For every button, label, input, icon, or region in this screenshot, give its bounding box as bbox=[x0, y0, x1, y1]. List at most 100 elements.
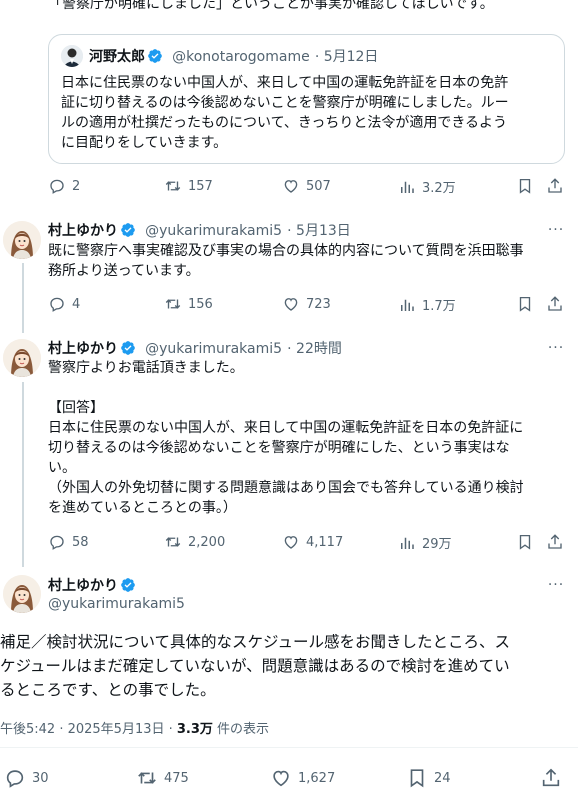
reply-icon bbox=[48, 533, 72, 551]
more-icon[interactable]: ··· bbox=[546, 575, 566, 595]
retweet-count: 157 bbox=[188, 178, 213, 194]
reply-count: 58 bbox=[72, 534, 89, 550]
thread-line bbox=[22, 382, 24, 567]
timestamp[interactable]: 午後5:42 · 2025年5月13日 · bbox=[0, 722, 177, 737]
share-button[interactable] bbox=[546, 533, 564, 551]
views-count: 3.3万 bbox=[176, 722, 213, 737]
share-icon bbox=[546, 177, 564, 195]
views-button[interactable]: 29万 bbox=[398, 533, 452, 552]
main-tweet-text: 補足／検討状況について具体的なスケジュール感をお聞きしたところ、ス ケジュールは… bbox=[0, 633, 510, 699]
retweet-count: 2,200 bbox=[188, 534, 226, 550]
tweet-text: 警察庁よりお電話頂きました。 【回答】 日本に住民票のない中国人が、来日して中国… bbox=[48, 360, 524, 516]
heart-icon bbox=[282, 295, 306, 313]
share-button[interactable] bbox=[546, 295, 564, 313]
bookmark-icon bbox=[406, 767, 434, 789]
like-count: 4,117 bbox=[306, 534, 344, 550]
reply-button[interactable]: 4 bbox=[48, 295, 80, 313]
tweet-meta: 午後5:42 · 2025年5月13日 · 3.3万 件の表示 bbox=[0, 718, 269, 737]
views-button[interactable]: 3.2万 bbox=[398, 177, 456, 196]
quote-author-handle[interactable]: @konotarogomame bbox=[172, 49, 310, 65]
verified-badge-icon bbox=[147, 48, 163, 64]
bookmark-icon bbox=[516, 295, 534, 313]
retweet-button[interactable]: 475 bbox=[136, 767, 189, 789]
bookmark-button[interactable] bbox=[516, 533, 534, 551]
bookmark-icon bbox=[516, 177, 534, 195]
bookmark-count: 24 bbox=[434, 770, 451, 786]
reply-count: 2 bbox=[72, 178, 81, 194]
reply-icon bbox=[48, 295, 72, 313]
tweet-text: 「警察庁が明確にしました」ということが事実か確認してほしいです。 bbox=[48, 0, 494, 12]
verified-badge-icon bbox=[120, 340, 136, 356]
tweet-text: 既に警察庁へ事実確認及び事実の場合の具体的内容について質問を浜田聡事 務所より送… bbox=[48, 243, 524, 279]
heart-icon bbox=[282, 533, 306, 551]
like-button[interactable]: 723 bbox=[282, 295, 331, 313]
views-count: 1.7万 bbox=[422, 299, 456, 314]
thread-line bbox=[22, 263, 24, 333]
quote-header: 河野太郎 @konotarogomame · 5月12日 bbox=[89, 46, 378, 66]
bookmark-button[interactable] bbox=[516, 177, 534, 195]
avatar[interactable] bbox=[3, 575, 41, 613]
views-icon bbox=[398, 534, 422, 552]
quote-text: 日本に住民票のない中国人が、来日して中国の運転免許証を日本の免許 証に切り替える… bbox=[61, 75, 509, 151]
retweet-button[interactable]: 2,200 bbox=[164, 533, 225, 551]
author-name[interactable]: 村上ゆかり bbox=[48, 341, 118, 357]
author-name[interactable]: 村上ゆかり bbox=[48, 223, 118, 239]
reply-icon bbox=[4, 767, 32, 789]
tweet-date[interactable]: · 22時間 bbox=[287, 341, 342, 357]
tweet-header: 村上ゆかり @yukarimurakami5 · 22時間 bbox=[48, 338, 342, 358]
verified-badge-icon bbox=[120, 577, 136, 593]
share-icon bbox=[546, 295, 564, 313]
views-button[interactable]: 1.7万 bbox=[398, 295, 456, 314]
retweet-icon bbox=[164, 533, 188, 551]
share-button[interactable] bbox=[546, 177, 564, 195]
share-icon bbox=[540, 767, 562, 789]
views-suffix: 件の表示 bbox=[212, 722, 270, 737]
verified-badge-icon bbox=[120, 222, 136, 238]
more-icon[interactable]: ··· bbox=[546, 220, 566, 240]
quoted-tweet[interactable]: 河野太郎 @konotarogomame · 5月12日 日本に住民票のない中国… bbox=[48, 34, 565, 164]
main-tweet-header: 村上ゆかり bbox=[48, 575, 136, 595]
author-handle[interactable]: @yukarimurakami5 bbox=[48, 596, 185, 612]
divider bbox=[0, 747, 578, 748]
more-icon[interactable]: ··· bbox=[546, 338, 566, 358]
retweet-icon bbox=[164, 295, 188, 313]
author-handle[interactable]: @yukarimurakami5 bbox=[145, 341, 282, 357]
heart-icon bbox=[270, 767, 298, 789]
quote-avatar bbox=[61, 45, 83, 67]
reply-button[interactable]: 2 bbox=[48, 177, 80, 195]
like-count: 1,627 bbox=[298, 770, 336, 786]
heart-icon bbox=[282, 177, 306, 195]
quote-date[interactable]: · 5月12日 bbox=[315, 49, 379, 65]
views-count: 29万 bbox=[422, 537, 452, 552]
reply-icon bbox=[48, 177, 72, 195]
like-button[interactable]: 4,117 bbox=[282, 533, 343, 551]
share-button[interactable] bbox=[540, 767, 562, 789]
share-icon bbox=[546, 533, 564, 551]
retweet-button[interactable]: 156 bbox=[164, 295, 213, 313]
quote-author-name[interactable]: 河野太郎 bbox=[89, 49, 145, 65]
tweet-header: 村上ゆかり @yukarimurakami5 · 5月13日 bbox=[48, 220, 351, 240]
views-count: 3.2万 bbox=[422, 181, 456, 196]
retweet-count: 156 bbox=[188, 296, 213, 312]
like-button[interactable]: 1,627 bbox=[270, 767, 335, 789]
retweet-button[interactable]: 157 bbox=[164, 177, 213, 195]
bookmark-button[interactable]: 24 bbox=[406, 767, 451, 789]
like-count: 507 bbox=[306, 178, 331, 194]
reply-button[interactable]: 58 bbox=[48, 533, 89, 551]
avatar[interactable] bbox=[3, 339, 41, 377]
reply-count: 30 bbox=[32, 770, 49, 786]
retweet-icon bbox=[164, 177, 188, 195]
views-icon bbox=[398, 178, 422, 196]
retweet-count: 475 bbox=[164, 770, 189, 786]
tweet-date[interactable]: · 5月13日 bbox=[287, 223, 351, 239]
views-icon bbox=[398, 296, 422, 314]
author-handle[interactable]: @yukarimurakami5 bbox=[145, 223, 282, 239]
reply-button[interactable]: 30 bbox=[4, 767, 49, 789]
like-button[interactable]: 507 bbox=[282, 177, 331, 195]
retweet-icon bbox=[136, 767, 164, 789]
like-count: 723 bbox=[306, 296, 331, 312]
reply-count: 4 bbox=[72, 296, 81, 312]
avatar[interactable] bbox=[3, 221, 41, 259]
bookmark-button[interactable] bbox=[516, 295, 534, 313]
author-name[interactable]: 村上ゆかり bbox=[48, 578, 118, 594]
